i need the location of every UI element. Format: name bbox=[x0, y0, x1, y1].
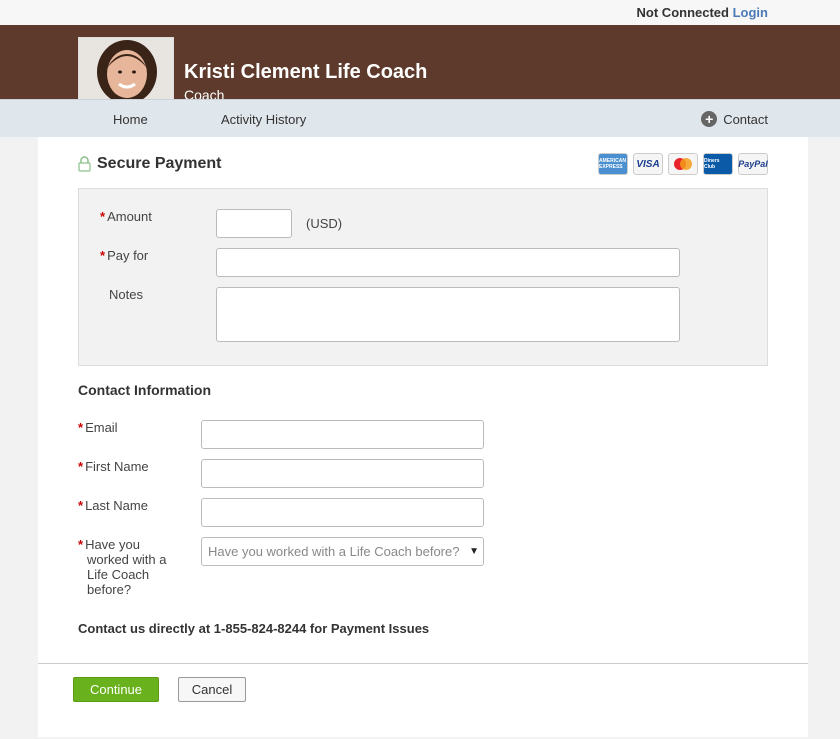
login-link[interactable]: Login bbox=[733, 5, 768, 20]
nav-activity-history[interactable]: Activity History bbox=[221, 112, 306, 127]
worked-with-coach-value: Have you worked with a Life Coach before… bbox=[208, 544, 460, 559]
payment-panel: Secure Payment AMERICAN EXPRESS VISA Din… bbox=[38, 137, 808, 737]
notes-textarea[interactable] bbox=[216, 287, 680, 342]
cancel-button[interactable]: Cancel bbox=[178, 677, 246, 702]
nav-contact-label: Contact bbox=[723, 111, 768, 127]
top-bar: Not Connected Login bbox=[0, 0, 840, 25]
coach-header: Kristi Clement Life Coach Coach bbox=[0, 25, 840, 114]
email-label: * Email bbox=[78, 420, 118, 435]
worked-with-coach-select[interactable]: Have you worked with a Life Coach before… bbox=[201, 537, 484, 566]
last-name-field[interactable] bbox=[201, 498, 484, 527]
payfor-input[interactable] bbox=[216, 248, 680, 277]
caret-down-icon: ▼ bbox=[469, 546, 479, 557]
first-name-label: * First Name bbox=[78, 459, 149, 474]
email-field[interactable] bbox=[201, 420, 484, 449]
visa-icon: VISA bbox=[633, 153, 663, 175]
notes-label: Notes bbox=[109, 287, 143, 302]
support-contact-text: Contact us directly at 1-855-824-8244 fo… bbox=[78, 621, 430, 636]
required-marker: * bbox=[78, 459, 84, 474]
last-name-label: * Last Name bbox=[78, 498, 148, 513]
required-marker: * bbox=[100, 248, 106, 263]
continue-button[interactable]: Continue bbox=[73, 677, 159, 702]
nav-contact[interactable]: + Contact bbox=[701, 111, 768, 127]
divider bbox=[38, 663, 808, 664]
required-marker: * bbox=[78, 537, 84, 552]
payment-form-box: * Amount (USD) * Pay for Notes bbox=[78, 188, 768, 366]
amount-input[interactable] bbox=[216, 209, 292, 238]
contact-information-title: Contact Information bbox=[78, 382, 211, 398]
required-marker: * bbox=[78, 420, 84, 435]
amount-label: * Amount bbox=[100, 209, 152, 224]
connection-status: Not Connected Login bbox=[637, 5, 768, 20]
payfor-label: * Pay for bbox=[100, 248, 149, 263]
lock-icon bbox=[78, 156, 91, 172]
plus-icon: + bbox=[701, 111, 718, 127]
connection-status-text: Not Connected bbox=[636, 5, 729, 20]
mastercard-icon bbox=[668, 153, 698, 175]
paypal-icon: PayPal bbox=[738, 153, 768, 175]
worked-with-coach-label: * Have you worked with a Life Coach befor… bbox=[78, 537, 167, 597]
currency-label: (USD) bbox=[306, 216, 343, 231]
secure-payment-heading: Secure Payment bbox=[78, 155, 222, 173]
coach-name: Kristi Clement Life Coach bbox=[184, 61, 428, 83]
first-name-field[interactable] bbox=[201, 459, 484, 488]
required-marker: * bbox=[78, 498, 84, 513]
amex-icon: AMERICAN EXPRESS bbox=[598, 153, 628, 175]
main-nav: Home Activity History + Contact bbox=[0, 99, 840, 137]
secure-payment-title: Secure Payment bbox=[97, 155, 222, 172]
diners-club-icon: Diners Club bbox=[703, 153, 733, 175]
required-marker: * bbox=[100, 209, 106, 224]
card-logos: AMERICAN EXPRESS VISA Diners Club PayPal bbox=[598, 153, 768, 175]
nav-home[interactable]: Home bbox=[113, 112, 148, 127]
